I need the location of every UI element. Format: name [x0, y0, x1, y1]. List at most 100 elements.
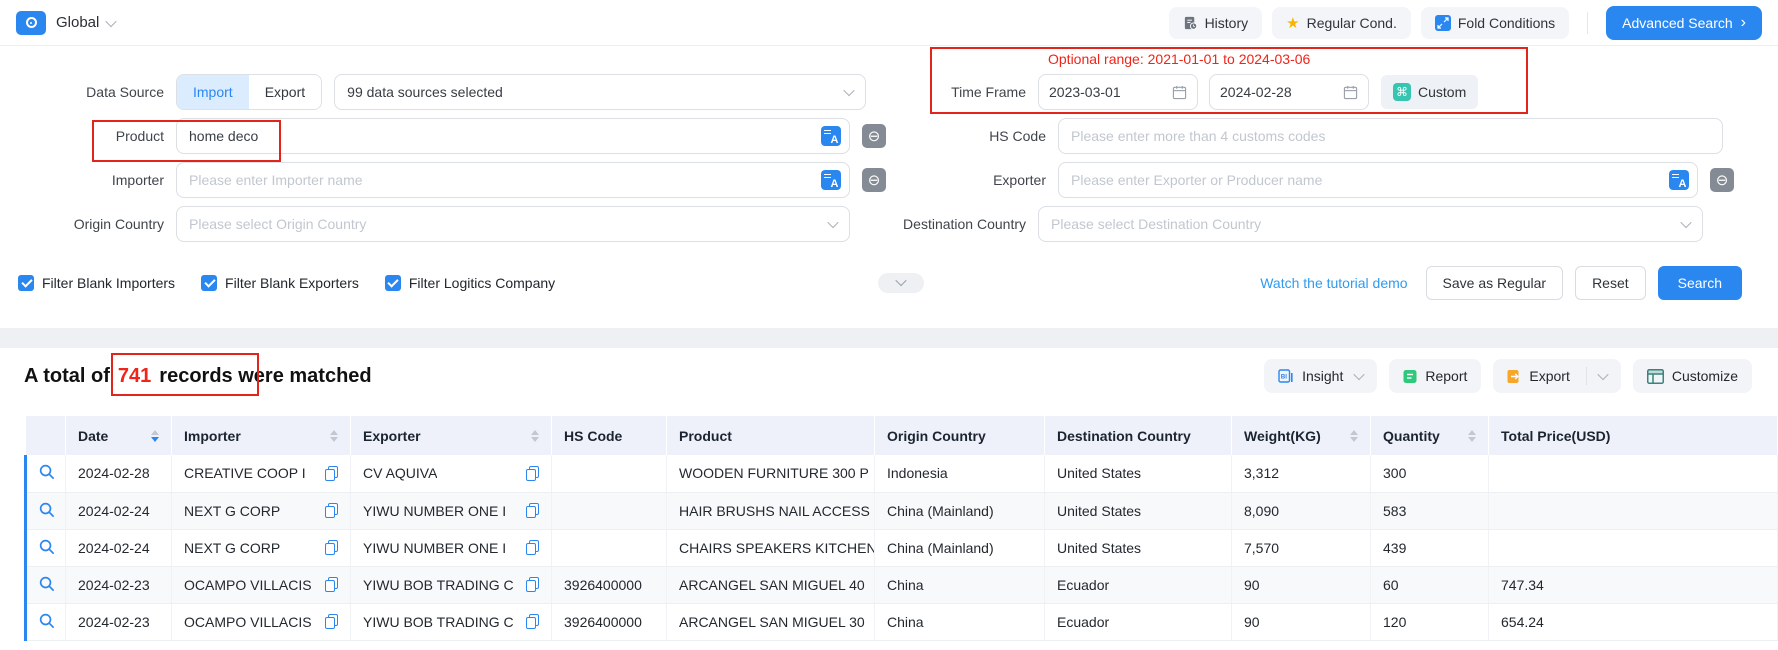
- copy-icon[interactable]: [325, 466, 338, 481]
- row-detail-button[interactable]: [26, 529, 66, 566]
- cell-destination: Ecuador: [1045, 566, 1232, 603]
- cell-hs-code: 3926400000: [552, 603, 667, 640]
- exporter-name[interactable]: YIWU BOB TRADING C: [363, 614, 514, 630]
- cell-destination: United States: [1045, 492, 1232, 529]
- import-tab[interactable]: Import: [177, 75, 249, 109]
- cell-exporter: YIWU NUMBER ONE I: [351, 529, 552, 566]
- row-detail-button[interactable]: [26, 492, 66, 529]
- importer-name[interactable]: NEXT G CORP: [184, 503, 280, 519]
- cell-quantity: 60: [1371, 566, 1489, 603]
- magnifier-icon: [38, 538, 55, 555]
- insight-button[interactable]: BI Insight: [1264, 359, 1377, 393]
- header-weight[interactable]: Weight(KG): [1232, 416, 1371, 455]
- regular-cond-button[interactable]: ★ Regular Cond.: [1272, 7, 1411, 39]
- importer-name[interactable]: CREATIVE COOP I: [184, 465, 306, 481]
- copy-icon[interactable]: [526, 577, 539, 592]
- exporter-name[interactable]: YIWU NUMBER ONE I: [363, 503, 506, 519]
- history-button[interactable]: History: [1169, 7, 1263, 39]
- region-selector[interactable]: Global: [56, 14, 115, 31]
- export-tab[interactable]: Export: [249, 75, 321, 109]
- product-input[interactable]: [176, 118, 850, 154]
- sort-icon: [1468, 430, 1476, 442]
- chevron-down-icon: [827, 217, 838, 228]
- copy-icon[interactable]: [325, 540, 338, 555]
- exporter-name[interactable]: YIWU NUMBER ONE I: [363, 540, 506, 556]
- header-exporter[interactable]: Exporter: [351, 416, 552, 455]
- table-row: 2024-02-23 OCAMPO VILLACIS YIWU BOB TRAD…: [26, 603, 1778, 640]
- origin-country-label: Origin Country: [16, 216, 164, 232]
- start-date-input[interactable]: 2023-03-01: [1038, 74, 1198, 110]
- header-importer[interactable]: Importer: [172, 416, 351, 455]
- cell-product: HAIR BRUSHS NAIL ACCESS: [667, 492, 875, 529]
- translate-icon[interactable]: A: [821, 170, 841, 190]
- advanced-search-button[interactable]: Advanced Search ›: [1606, 6, 1762, 40]
- cell-importer: OCAMPO VILLACIS: [172, 603, 351, 640]
- row-detail-button[interactable]: [26, 603, 66, 640]
- section-divider: [0, 328, 1778, 348]
- copy-icon[interactable]: [526, 540, 539, 555]
- header-quantity[interactable]: Quantity: [1371, 416, 1489, 455]
- tutorial-demo-link[interactable]: Watch the tutorial demo: [1260, 275, 1407, 291]
- importer-input-wrap: A: [176, 162, 850, 198]
- copy-icon[interactable]: [526, 614, 539, 629]
- exact-match-icon[interactable]: ⊖: [862, 168, 886, 192]
- header-origin-country: Origin Country: [875, 416, 1045, 455]
- data-source-label: Data Source: [16, 84, 164, 100]
- origin-country-select[interactable]: Please select Origin Country: [176, 206, 850, 242]
- filter-blank-importers-checkbox[interactable]: Filter Blank Importers: [18, 275, 175, 291]
- chevron-down-icon: [106, 15, 117, 26]
- reset-button[interactable]: Reset: [1575, 266, 1646, 300]
- hs-code-input[interactable]: [1058, 118, 1723, 154]
- data-sources-select[interactable]: 99 data sources selected: [334, 74, 866, 110]
- report-icon: [1403, 369, 1417, 384]
- custom-range-button[interactable]: ⌘ Custom: [1381, 75, 1478, 109]
- exact-match-icon[interactable]: ⊖: [1710, 168, 1734, 192]
- translate-icon[interactable]: A: [1669, 170, 1689, 190]
- cell-destination: United States: [1045, 455, 1232, 492]
- fold-conditions-button[interactable]: Fold Conditions: [1421, 7, 1569, 39]
- importer-name[interactable]: OCAMPO VILLACIS: [184, 614, 312, 630]
- filter-blank-exporters-checkbox[interactable]: Filter Blank Exporters: [201, 275, 359, 291]
- end-date-input[interactable]: 2024-02-28: [1209, 74, 1369, 110]
- cell-importer: OCAMPO VILLACIS: [172, 566, 351, 603]
- cell-importer: CREATIVE COOP I: [172, 455, 351, 492]
- copy-icon[interactable]: [325, 503, 338, 518]
- destination-country-select[interactable]: Please select Destination Country: [1038, 206, 1703, 242]
- checkbox-checked-icon: [201, 275, 217, 291]
- sort-icon: [330, 430, 338, 442]
- cell-weight: 90: [1232, 566, 1371, 603]
- save-as-regular-button[interactable]: Save as Regular: [1426, 266, 1564, 300]
- cell-exporter: YIWU BOB TRADING C: [351, 566, 552, 603]
- export-button[interactable]: Export: [1493, 359, 1620, 393]
- report-button[interactable]: Report: [1389, 359, 1481, 393]
- exact-match-icon[interactable]: ⊖: [862, 124, 886, 148]
- cell-hs-code: 3926400000: [552, 566, 667, 603]
- row-detail-button[interactable]: [26, 455, 66, 492]
- importer-name[interactable]: NEXT G CORP: [184, 540, 280, 556]
- importer-name[interactable]: OCAMPO VILLACIS: [184, 577, 312, 593]
- exporter-name[interactable]: YIWU BOB TRADING C: [363, 577, 514, 593]
- copy-icon[interactable]: [325, 614, 338, 629]
- cell-date: 2024-02-23: [66, 566, 172, 603]
- product-input-wrap: A: [176, 118, 850, 154]
- header-destination-country: Destination Country: [1045, 416, 1232, 455]
- fold-icon: [1435, 15, 1451, 31]
- copy-icon[interactable]: [325, 577, 338, 592]
- record-count: 741: [110, 365, 159, 387]
- filter-logistics-company-checkbox[interactable]: Filter Logitics Company: [385, 275, 555, 291]
- search-button[interactable]: Search: [1658, 266, 1742, 300]
- copy-icon[interactable]: [526, 466, 539, 481]
- exporter-input[interactable]: [1058, 162, 1698, 198]
- exporter-name[interactable]: CV AQUIVA: [363, 465, 437, 481]
- chevron-right-icon: ›: [1741, 15, 1746, 31]
- importer-input[interactable]: [176, 162, 850, 198]
- row-detail-button[interactable]: [26, 566, 66, 603]
- customize-button[interactable]: Customize: [1633, 359, 1752, 393]
- sort-icon: [531, 430, 539, 442]
- cell-destination: United States: [1045, 529, 1232, 566]
- copy-icon[interactable]: [526, 503, 539, 518]
- collapse-form-button[interactable]: [878, 273, 924, 293]
- hs-code-label: HS Code: [886, 128, 1046, 144]
- header-date[interactable]: Date: [66, 416, 172, 455]
- translate-icon[interactable]: A: [821, 126, 841, 146]
